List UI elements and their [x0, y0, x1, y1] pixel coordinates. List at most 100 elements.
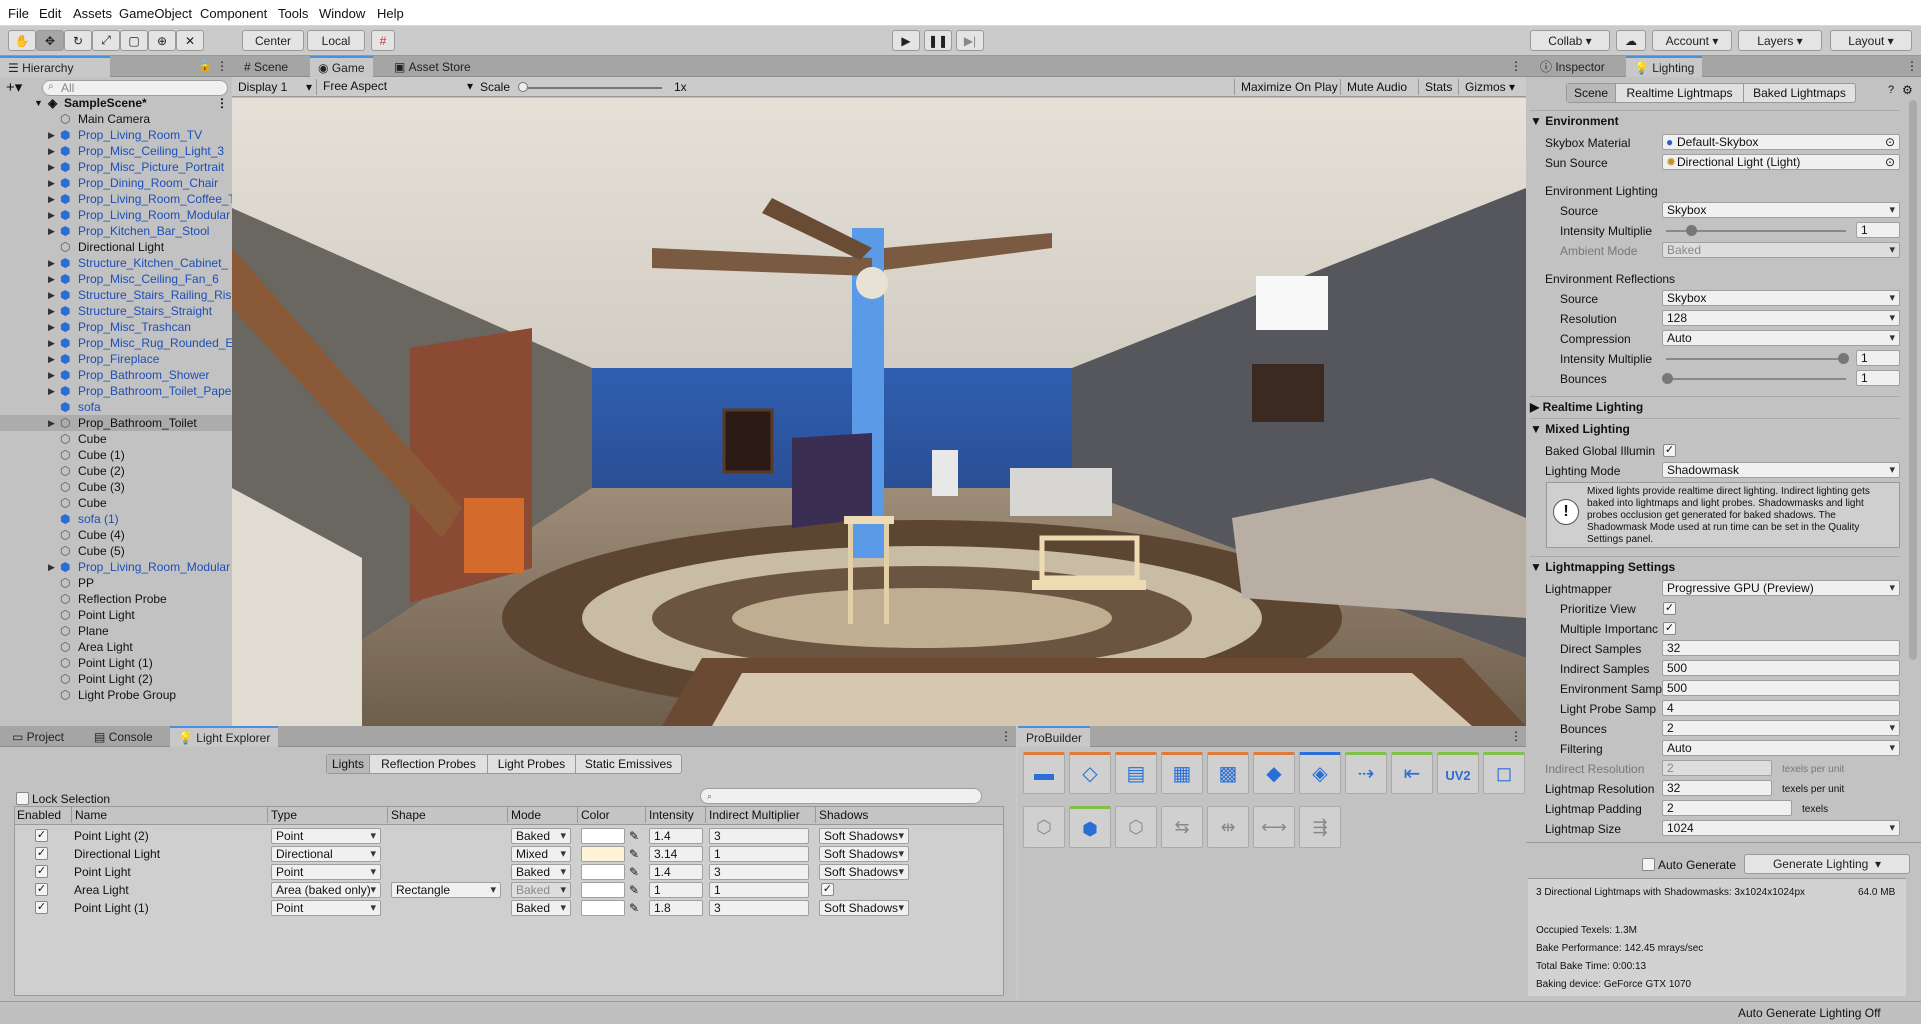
- shadows-dropdown[interactable]: Soft Shadows: [819, 828, 909, 844]
- light-type-dropdown[interactable]: Point: [271, 864, 381, 880]
- hierarchy-item[interactable]: ▶ ⬢ Prop_Misc_Rug_Rounded_E: [0, 335, 232, 351]
- hierarchy-item[interactable]: ▶ ⬢ Prop_Misc_Ceiling_Light_3: [0, 143, 232, 159]
- hierarchy-item[interactable]: ⬡ Light Probe Group: [0, 687, 232, 703]
- inspector-scrollbar[interactable]: [1909, 100, 1917, 660]
- explorer-search-input[interactable]: ⌕: [700, 788, 982, 804]
- expand-arrow-icon[interactable]: ▶: [48, 223, 55, 239]
- explorer-tab-static-emissives[interactable]: Static Emissives: [575, 755, 681, 773]
- indirect-samples-input[interactable]: 500: [1662, 660, 1900, 676]
- light-color-swatch[interactable]: [581, 846, 625, 862]
- hierarchy-item[interactable]: ⬡ Cube (4): [0, 527, 232, 543]
- panel-menu-icon[interactable]: ⋮: [1906, 59, 1918, 73]
- refl-bounces-handle[interactable]: [1662, 373, 1673, 384]
- menu-tools[interactable]: Tools: [278, 6, 308, 21]
- object-picker-icon[interactable]: ⊙: [1885, 155, 1895, 169]
- col-name[interactable]: Name: [71, 807, 221, 823]
- hierarchy-item[interactable]: ⬢ sofa (1): [0, 511, 232, 527]
- lock-icon[interactable]: 🔒: [198, 59, 212, 72]
- hierarchy-item[interactable]: ▶ ⬢ Prop_Living_Room_Coffee_T: [0, 191, 232, 207]
- expand-arrow-icon[interactable]: ▶: [48, 303, 55, 319]
- help-icon[interactable]: ?: [1888, 84, 1894, 96]
- lightmapping-header[interactable]: ▼ Lightmapping Settings: [1530, 556, 1900, 576]
- light-type-dropdown[interactable]: Directional: [271, 846, 381, 862]
- hierarchy-item[interactable]: ⬡ Area Light: [0, 639, 232, 655]
- tab-hierarchy[interactable]: ☰ Hierarchy: [0, 56, 110, 77]
- view-menu-icon[interactable]: ⋮: [1510, 59, 1522, 73]
- pivot-local-button[interactable]: Local: [307, 30, 365, 51]
- refl-bounces-slider[interactable]: [1666, 378, 1846, 380]
- light-mode-dropdown[interactable]: Baked: [511, 864, 571, 880]
- bridge-icon[interactable]: ⟷: [1253, 806, 1295, 848]
- col-shape[interactable]: Shape: [387, 807, 507, 823]
- environment-header[interactable]: ▼ Environment: [1530, 110, 1900, 130]
- light-mode-dropdown[interactable]: Mixed: [511, 846, 571, 862]
- hierarchy-item[interactable]: ▶ ⬢ Prop_Fireplace: [0, 351, 232, 367]
- settings-gear-icon[interactable]: ⚙: [1902, 83, 1913, 97]
- scale-slider-track[interactable]: [522, 87, 662, 89]
- layout-dropdown[interactable]: Layout ▾: [1830, 30, 1912, 51]
- multiple-importance-checkbox[interactable]: ✓: [1663, 622, 1676, 635]
- table-row[interactable]: ✓ Point Light (2) Point Baked ✎ 1.4 3 Soft Shad…: [15, 827, 1003, 845]
- maximize-on-play-toggle[interactable]: Maximize On Play: [1234, 79, 1344, 95]
- hierarchy-item[interactable]: ▶ ⬢ Prop_Bathroom_Toilet_Pape: [0, 383, 232, 399]
- shadows-dropdown[interactable]: Soft Shadows: [819, 846, 909, 862]
- hierarchy-item[interactable]: ⬡ Point Light: [0, 607, 232, 623]
- uv-editor-icon[interactable]: ▤: [1115, 752, 1157, 794]
- hierarchy-item[interactable]: ⬡ PP: [0, 575, 232, 591]
- expand-arrow-icon[interactable]: ▶: [48, 367, 55, 383]
- light-color-swatch[interactable]: [581, 864, 625, 880]
- light-mode-dropdown[interactable]: Baked: [511, 900, 571, 916]
- menu-help[interactable]: Help: [377, 6, 404, 21]
- unwrap-icon[interactable]: ◻: [1483, 752, 1525, 794]
- tab-inspector[interactable]: ⓘ Inspector: [1532, 56, 1613, 77]
- light-probe-samples-input[interactable]: 4: [1662, 700, 1900, 716]
- lightmap-uv-icon[interactable]: ◈: [1299, 752, 1341, 794]
- table-row[interactable]: ✓ Point Light (1) Point Baked ✎ 1.8 3 Soft Shad…: [15, 899, 1003, 917]
- subtab-realtime-lightmaps[interactable]: Realtime Lightmaps: [1615, 84, 1743, 102]
- expand-arrow-icon[interactable]: ▶: [48, 383, 55, 399]
- light-color-swatch[interactable]: [581, 828, 625, 844]
- hierarchy-item[interactable]: ▶ ⬡ Prop_Bathroom_Toilet: [0, 415, 232, 431]
- probuilder-menu-icon[interactable]: ⋮: [1510, 729, 1522, 743]
- light-intensity-input[interactable]: 1: [649, 882, 703, 898]
- generate-lighting-button[interactable]: Generate Lighting ▾: [1744, 854, 1910, 874]
- auto-generate-checkbox[interactable]: [1642, 858, 1655, 871]
- light-intensity-input[interactable]: 1.4: [649, 864, 703, 880]
- light-intensity-input[interactable]: 3.14: [649, 846, 703, 862]
- environment-samples-input[interactable]: 500: [1662, 680, 1900, 696]
- hierarchy-item[interactable]: ▶ ⬢ Structure_Stairs_Railing_Ris: [0, 287, 232, 303]
- tab-scene[interactable]: # Scene: [236, 56, 296, 77]
- tab-probuilder[interactable]: ProBuilder: [1018, 726, 1091, 747]
- hierarchy-item[interactable]: ▶ ⬢ Prop_Bathroom_Shower: [0, 367, 232, 383]
- expand-arrow-icon[interactable]: ▶: [48, 559, 55, 575]
- light-mode-dropdown[interactable]: Baked: [511, 882, 571, 898]
- menu-edit[interactable]: Edit: [39, 6, 61, 21]
- light-intensity-input[interactable]: 1.8: [649, 900, 703, 916]
- refl-intensity-handle[interactable]: [1838, 353, 1849, 364]
- hierarchy-item[interactable]: ⬡ Cube: [0, 431, 232, 447]
- hierarchy-item[interactable]: ⬡ Point Light (2): [0, 671, 232, 687]
- hierarchy-item[interactable]: ⬡ Reflection Probe: [0, 591, 232, 607]
- hierarchy-item[interactable]: ⬡ Cube (2): [0, 463, 232, 479]
- center-pivot-icon[interactable]: ⇤: [1391, 752, 1433, 794]
- hierarchy-item[interactable]: ⬢ sofa: [0, 399, 232, 415]
- expand-arrow-icon[interactable]: ▶: [48, 207, 55, 223]
- subtab-baked-lightmaps[interactable]: Baked Lightmaps: [1743, 84, 1855, 102]
- vertex-colors-icon[interactable]: ◆: [1253, 752, 1295, 794]
- expand-arrow-icon[interactable]: ▶: [48, 415, 55, 431]
- face-select-icon[interactable]: ⬢: [1069, 806, 1111, 848]
- refl-resolution-dropdown[interactable]: 128: [1662, 310, 1900, 326]
- expand-arrow-icon[interactable]: ▶: [48, 335, 55, 351]
- rotate-tool-icon[interactable]: ↻: [64, 30, 92, 51]
- hierarchy-item[interactable]: ▶ ⬢ Prop_Misc_Trashcan: [0, 319, 232, 335]
- lightmap-padding-input[interactable]: 2: [1662, 800, 1792, 816]
- mute-audio-toggle[interactable]: Mute Audio: [1340, 79, 1413, 95]
- tab-lighting[interactable]: 💡 Lighting: [1626, 56, 1703, 77]
- col-color[interactable]: Color: [577, 807, 643, 823]
- skybox-material-field[interactable]: Default-Skybox ● ⊙: [1662, 134, 1900, 150]
- connect-icon[interactable]: ⇹: [1207, 806, 1249, 848]
- stats-toggle[interactable]: Stats: [1418, 79, 1458, 95]
- lock-selection-checkbox[interactable]: [16, 792, 29, 805]
- expand-arrow-icon[interactable]: ▶: [48, 127, 55, 143]
- expand-arrow-icon[interactable]: ▶: [48, 255, 55, 271]
